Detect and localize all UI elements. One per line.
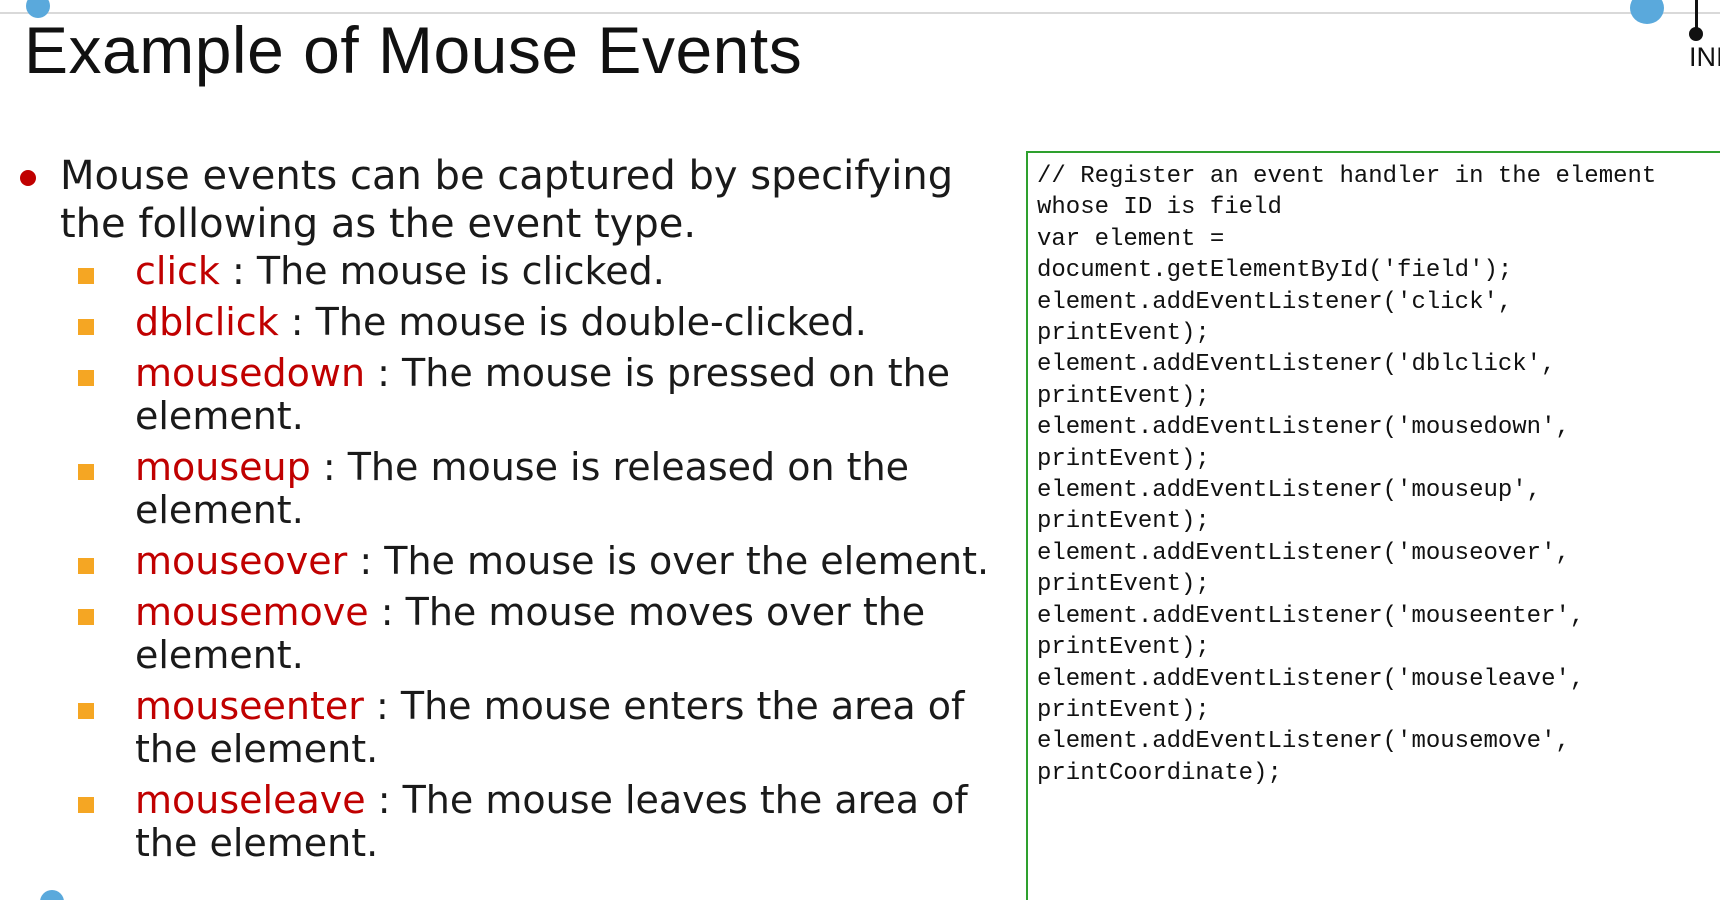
event-item-mouseenter: mouseenter : The mouse enters the area o… <box>20 685 1015 771</box>
square-bullet-icon <box>78 370 94 386</box>
code-line: element.addEventListener('mouseup', <box>1037 477 1542 505</box>
code-line: element.addEventListener('mousemove', <box>1037 728 1570 756</box>
code-line: element.addEventListener('click', <box>1037 288 1513 316</box>
event-name: mouseover <box>135 539 348 583</box>
main-bullet-text: Mouse events can be captured by specifyi… <box>60 153 954 247</box>
code-line: printEvent); <box>1037 508 1210 536</box>
decorative-circle-bottom-left <box>40 890 64 900</box>
code-line: printCoordinate); <box>1037 759 1282 787</box>
slide-title: Example of Mouse Events <box>24 13 803 87</box>
code-line: // Register an event handler in the elem… <box>1037 163 1657 190</box>
code-line: element.addEventListener('mousedown', <box>1037 414 1570 442</box>
event-description: : The mouse is double-clicked. <box>278 300 867 344</box>
event-name: mousemove <box>135 590 369 634</box>
square-bullet-icon <box>78 558 94 574</box>
bullet-content: Mouse events can be captured by specifyi… <box>20 152 1010 873</box>
square-bullet-icon <box>78 609 94 625</box>
event-item-mouseleave: mouseleave : The mouse leaves the area o… <box>20 779 1015 865</box>
code-line: printEvent); <box>1037 382 1210 410</box>
event-name: dblclick <box>135 300 279 344</box>
code-line: element.addEventListener('dblclick', <box>1037 351 1556 379</box>
event-description: : The mouse is over the element. <box>347 539 990 583</box>
code-sample-box: // Register an event handler in the elem… <box>1026 151 1720 900</box>
code-line: element.addEventListener('mouseenter', <box>1037 602 1585 630</box>
event-name: mousedown <box>135 351 366 395</box>
event-item-click: click : The mouse is clicked. <box>20 250 1015 293</box>
event-name: click <box>135 249 220 293</box>
event-name: mouseenter <box>135 684 364 728</box>
event-item-dblclick: dblclick : The mouse is double-clicked. <box>20 301 1015 344</box>
bullet-dot-icon <box>20 170 36 186</box>
event-description: : The mouse is clicked. <box>219 249 665 293</box>
logo-stem <box>1695 0 1698 28</box>
code-line: printEvent); <box>1037 320 1210 348</box>
event-type-list: click : The mouse is clicked. dblclick : … <box>20 250 1010 865</box>
slide: INI Example of Mouse Events Mouse events… <box>0 0 1720 900</box>
code-block: // Register an event handler in the elem… <box>1037 161 1720 789</box>
code-line: element.addEventListener('mouseover', <box>1037 539 1570 567</box>
main-bullet: Mouse events can be captured by specifyi… <box>20 152 1010 248</box>
logo-text: INI <box>1689 42 1720 72</box>
decorative-circle-top-right <box>1630 0 1664 24</box>
code-line: printEvent); <box>1037 445 1210 473</box>
square-bullet-icon <box>78 319 94 335</box>
code-line: printEvent); <box>1037 571 1210 599</box>
event-item-mousedown: mousedown : The mouse is pressed on the … <box>20 352 1015 438</box>
square-bullet-icon <box>78 797 94 813</box>
code-line: printEvent); <box>1037 634 1210 662</box>
event-name: mouseleave <box>135 778 366 822</box>
code-line: printEvent); <box>1037 696 1210 724</box>
code-line: var element = <box>1037 225 1225 253</box>
square-bullet-icon <box>78 703 94 719</box>
code-line: document.getElementById('field'); <box>1037 257 1513 285</box>
logo: INI <box>1684 0 1720 80</box>
event-item-mouseup: mouseup : The mouse is released on the e… <box>20 446 1015 532</box>
event-item-mousemove: mousemove : The mouse moves over the ele… <box>20 591 1015 677</box>
code-line: element.addEventListener('mouseleave', <box>1037 665 1585 693</box>
logo-dot <box>1689 27 1703 41</box>
event-item-mouseover: mouseover : The mouse is over the elemen… <box>20 540 1015 583</box>
square-bullet-icon <box>78 268 94 284</box>
square-bullet-icon <box>78 464 94 480</box>
event-name: mouseup <box>135 445 311 489</box>
code-line: whose ID is field <box>1037 194 1282 222</box>
